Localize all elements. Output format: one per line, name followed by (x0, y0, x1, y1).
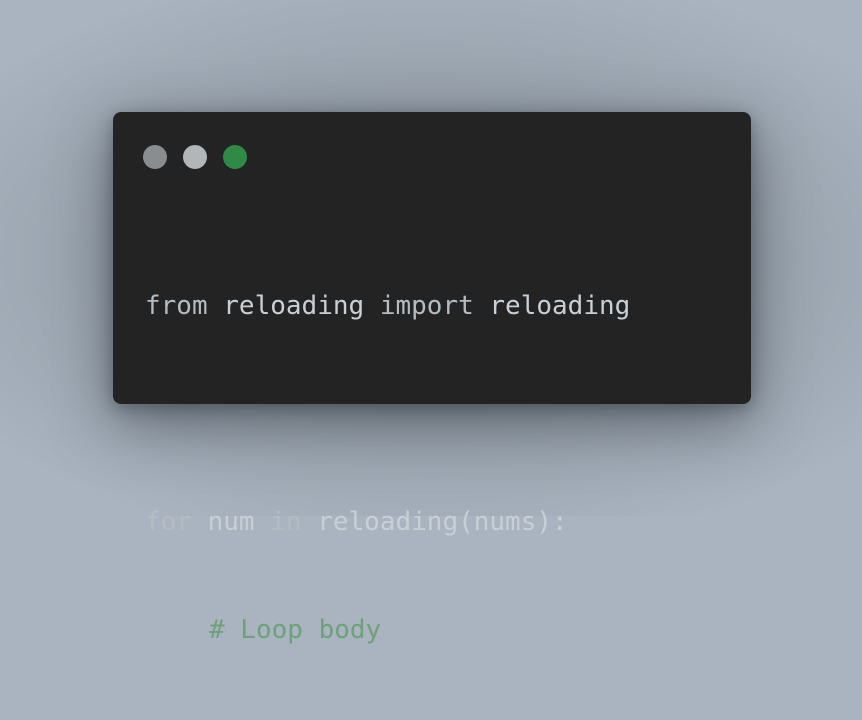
loop-variable: num (207, 507, 255, 537)
imported-name: reloading (489, 291, 631, 321)
keyword-for: for (145, 507, 192, 537)
code-line-1: from reloading import reloading (145, 288, 630, 324)
code-line-3: for num in reloading(nums): (145, 504, 630, 540)
code-window: from reloading import reloading for num … (113, 112, 751, 645)
minimize-dot-icon[interactable] (183, 145, 207, 169)
code-comment: # Loop body (209, 615, 382, 645)
module-name: reloading (223, 291, 365, 321)
code-block: from reloading import reloading for num … (145, 216, 630, 720)
keyword-from: from (145, 291, 208, 321)
keyword-import: import (379, 291, 474, 321)
maximize-dot-icon[interactable] (223, 145, 247, 169)
code-line-4: # Loop body (145, 612, 630, 648)
function-call: reloading(nums): (317, 507, 568, 537)
close-dot-icon[interactable] (143, 145, 167, 169)
keyword-in: in (270, 507, 302, 537)
window-titlebar (113, 112, 751, 202)
